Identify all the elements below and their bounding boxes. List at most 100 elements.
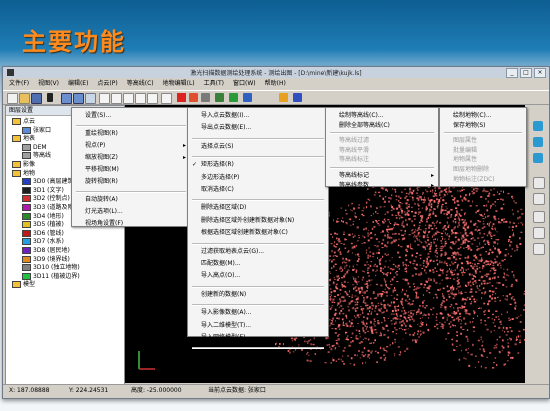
grid-icon[interactable] [293, 93, 302, 102]
layer-tree-label: 3D1 (文字) [33, 186, 64, 194]
zoom-window-icon[interactable] [85, 93, 96, 104]
menu-item[interactable]: 删除全部等高线(C) [326, 121, 438, 131]
feature-context-menu: 绘制地物(C)... 保存地物(S) 图层属性 批量编辑 地物属性 图层地物删除 地物标注(… [439, 107, 527, 187]
menu-item[interactable]: 平移视图(M) [72, 165, 190, 175]
menu-item[interactable]: 等高线参数 ▸ [326, 181, 438, 191]
layer-tree-item[interactable]: 3D2 (控制点) [22, 195, 70, 203]
menu-help[interactable]: 帮助(H) [265, 79, 286, 89]
measure-icon[interactable] [161, 93, 172, 104]
settings-icon[interactable] [243, 93, 252, 102]
reset-view-icon[interactable] [533, 243, 545, 255]
layer-tree-item[interactable]: 3D10 (独立地物) [22, 264, 80, 272]
layer-tree-item[interactable]: 模型 [12, 281, 35, 289]
menu-item[interactable]: 构建DEM(B)... [188, 351, 328, 361]
menu-item[interactable]: 删除选择区域(D) [188, 203, 328, 213]
menu-tools[interactable]: 工具(T) [204, 79, 224, 89]
status-current-cloud: 当前点云数据: 张家口 [208, 387, 266, 394]
layer-tree-item[interactable]: 3D4 (地形) [22, 212, 64, 220]
menu-item[interactable]: 旋转视图(R) [72, 177, 190, 187]
zoom-out-icon[interactable] [73, 93, 84, 104]
menu-item[interactable]: 自动旋转(A) [72, 195, 190, 205]
layer-tree-item[interactable]: 等高线 [22, 152, 51, 160]
menu-item[interactable]: 设置(S)... [72, 111, 190, 121]
menu-item[interactable]: 导入高点(O)... [188, 271, 328, 281]
layer-tree-label: 地物 [23, 169, 36, 177]
menu-item[interactable]: 导入点云数据(I)... [188, 111, 328, 121]
layer-icon [22, 152, 31, 160]
view-front-icon[interactable] [533, 137, 543, 147]
layer-tree-item[interactable]: 点云 [12, 118, 35, 125]
view-side-icon[interactable] [533, 153, 543, 163]
cut-icon[interactable] [189, 93, 198, 102]
menu-item: 等高线平滑 [326, 146, 438, 156]
delete-icon[interactable] [177, 93, 186, 102]
layer-tree-item[interactable]: 地表 [12, 135, 35, 143]
menu-item[interactable]: 删除选择区域外创建新数据对象(N) [188, 216, 328, 226]
maximize-button[interactable]: □ [520, 68, 532, 78]
minimize-button[interactable]: _ [506, 68, 518, 78]
menu-item-label: 导入影像数据(A)... [201, 309, 252, 317]
menu-item[interactable]: 过滤获取地表点云(G)... [188, 247, 328, 257]
save-icon[interactable] [31, 93, 42, 104]
menu-item[interactable]: 绘制等高线(C)... [326, 111, 438, 121]
menu-item[interactable]: 创建新的数据(N) [188, 290, 328, 300]
select-circle-icon[interactable] [123, 93, 134, 104]
layer-tree-item[interactable]: 3D0 (高层建筑) [22, 178, 76, 186]
home-icon[interactable] [279, 93, 288, 102]
menu-item[interactable]: 保存地物(S) [440, 121, 526, 131]
layer-tree-item[interactable]: 3D11 (植被边界) [22, 272, 80, 280]
select-poly-icon[interactable] [111, 93, 122, 104]
menu-item[interactable]: 导入网络模型(E)... [188, 333, 328, 343]
select-rect-icon[interactable] [99, 93, 110, 104]
menu-window[interactable]: 窗口(W) [233, 79, 256, 89]
new-file-icon[interactable] [7, 93, 18, 104]
zoom-in-tool-icon[interactable] [533, 177, 545, 189]
rotate-tool-icon[interactable] [533, 227, 545, 239]
menu-item[interactable]: 多边形选择(P) [188, 173, 328, 183]
menu-item[interactable]: 导入影像数据(A)... [188, 308, 328, 318]
layer-tree-item[interactable]: 3D5 (植被) [22, 221, 64, 229]
export-icon[interactable] [229, 93, 238, 102]
menu-item[interactable]: 绘制地物(C)... [440, 111, 526, 121]
menu-item[interactable]: 缩放视图(Z) ▸ [72, 153, 190, 163]
layer-tree-item[interactable]: 地物 [12, 169, 36, 177]
menu-item[interactable]: 导入二维模型(T)... [188, 321, 328, 331]
undo-icon[interactable] [135, 93, 146, 104]
menu-item[interactable]: 匹配数据(M)... [188, 259, 328, 269]
redo-icon[interactable] [147, 93, 158, 104]
menu-item[interactable]: 取消选择(C) [188, 185, 328, 195]
zoom-out-tool-icon[interactable] [533, 193, 545, 205]
layer-tree-item[interactable]: 3D8 (居民地) [22, 247, 70, 254]
close-button[interactable]: × [534, 68, 546, 78]
layer-tree-item[interactable]: DEM [22, 143, 47, 151]
menu-item[interactable]: 灯光选项(L)... [72, 207, 190, 217]
menu-view[interactable]: 视图(V) [38, 79, 59, 89]
menu-feature-edit[interactable]: 地物编辑(L) [163, 79, 195, 89]
menu-item[interactable]: 根据选择区域创建新数据对象(C) [188, 228, 328, 238]
menu-edit[interactable]: 编辑(E) [68, 79, 88, 89]
layer-tree-item[interactable]: 3D7 (水系) [22, 238, 64, 246]
view-top-icon[interactable] [533, 121, 543, 131]
menu-item[interactable]: 导出点云数据(E)... [188, 123, 328, 133]
zoom-in-icon[interactable] [61, 93, 72, 104]
layer-icon[interactable] [215, 93, 224, 102]
open-file-icon[interactable] [19, 93, 30, 104]
menu-file[interactable]: 文件(F) [9, 79, 29, 89]
layer-tree-item[interactable]: 3D1 (文字) [22, 186, 64, 194]
menu-item-label: 导入网络模型(E)... [201, 334, 252, 341]
menu-contour[interactable]: 等高线(C) [127, 79, 154, 89]
layer-tree-item[interactable]: 张家口 [22, 126, 51, 134]
menu-item[interactable]: 选择点云(S) [188, 142, 328, 152]
menu-item[interactable]: 视场角设置(F) [72, 219, 190, 229]
layer-tree-item[interactable]: 3D6 (管线) [22, 229, 64, 237]
menu-item[interactable]: 等高线标记 ▸ [326, 171, 438, 181]
menu-item[interactable]: 重绘视图(R) [72, 129, 190, 139]
menu-pointcloud[interactable]: 点云(P) [97, 79, 117, 89]
layer-tree-item[interactable]: 3D9 (境界线) [22, 255, 70, 263]
layer-tree-item[interactable]: 影像 [12, 161, 35, 168]
pan-tool-icon[interactable] [533, 211, 545, 223]
pointer-icon[interactable] [47, 93, 53, 102]
menu-item[interactable]: 矩形选择(R) ✓ [188, 160, 328, 170]
copy-icon[interactable] [201, 93, 210, 102]
menu-item[interactable]: 视点(P) ▸ [72, 141, 190, 151]
